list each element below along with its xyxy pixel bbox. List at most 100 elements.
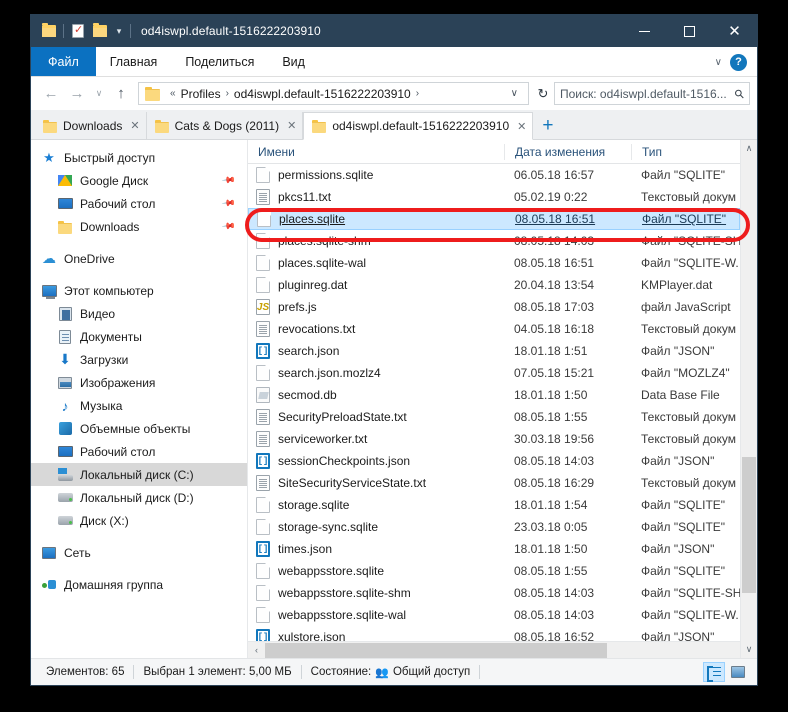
maximize-button[interactable] (667, 15, 712, 47)
help-icon[interactable]: ? (730, 53, 747, 71)
qat-properties-icon[interactable] (67, 20, 89, 42)
table-row[interactable]: [] xulstore.json 08.05.18 16:52 Файл "JSON" (248, 626, 740, 641)
qat-folder-icon[interactable] (38, 20, 60, 42)
sidebar-item-14[interactable]: Локальный диск (D:) (31, 486, 247, 509)
icons-view-button[interactable] (727, 662, 749, 682)
sidebar-item-7[interactable]: Документы (31, 325, 247, 348)
table-row[interactable]: webappsstore.sqlite-shm 08.05.18 14:03 Фай… (248, 582, 740, 604)
vertical-scrollbar[interactable]: ∧ ∨ (740, 140, 757, 658)
explorer-tab-downloads[interactable]: Downloads ✕ (35, 112, 147, 139)
generic-file-icon (256, 167, 270, 183)
sidebar-item-0[interactable]: ★ Быстрый доступ (31, 146, 247, 169)
pin-icon[interactable]: 📌 (221, 173, 236, 189)
tab-close-icon[interactable]: ✕ (287, 119, 296, 132)
sidebar-item-label: OneDrive (64, 251, 115, 266)
table-row[interactable]: webappsstore.sqlite 08.05.18 1:55 Файл "SQ… (248, 560, 740, 582)
search-input[interactable]: Поиск: od4iswpl.default-1516... (560, 87, 735, 101)
sidebar-item-4[interactable]: ☁ OneDrive (31, 247, 247, 270)
sidebar-item-12[interactable]: Рабочий стол (31, 440, 247, 463)
column-header-type[interactable]: Тип (631, 143, 740, 160)
table-row[interactable]: webappsstore.sqlite-wal 08.05.18 14:03 Фай… (248, 604, 740, 626)
text-file-icon (256, 321, 270, 337)
table-row[interactable]: [] sessionCheckpoints.json 08.05.18 14:03 Ф… (248, 450, 740, 472)
sidebar-item-13[interactable]: Локальный диск (C:) (31, 463, 247, 486)
table-row[interactable]: [] times.json 18.01.18 1:50 Файл "JSON" (248, 538, 740, 560)
sidebar-item-16[interactable]: Сеть (31, 541, 247, 564)
table-row[interactable]: places.sqlite-shm 08.05.18 14:03 Файл "SQL… (248, 230, 740, 252)
breadcrumb-item-profiles[interactable]: Profiles (181, 87, 221, 101)
column-header-name[interactable]: Имени (248, 144, 504, 160)
forward-button[interactable]: → (64, 81, 90, 107)
search-box[interactable]: Поиск: od4iswpl.default-1516... ⚲ (554, 82, 750, 105)
breadcrumb-overflow[interactable]: « (165, 88, 181, 99)
tab-close-icon[interactable]: ✕ (130, 119, 139, 132)
breadcrumb[interactable]: « Profiles › od4iswpl.default-1516222203… (138, 82, 529, 105)
sidebar-item-2[interactable]: Рабочий стол 📌 (31, 192, 247, 215)
qat-customize-chevron-icon[interactable]: ▾ (111, 20, 127, 42)
navigation-pane[interactable]: ★ Быстрый доступ Google Диск 📌 Рабочий стол 📌… (31, 140, 248, 658)
column-header-date[interactable]: Дата изменения (504, 143, 631, 160)
breadcrumb-dropdown-chevron-icon[interactable]: ∨ (505, 88, 524, 99)
sidebar-item-6[interactable]: Видео (31, 302, 247, 325)
table-row[interactable]: JS prefs.js 08.05.18 17:03 файл JavaScript (248, 296, 740, 318)
details-view-icon (707, 666, 721, 682)
new-tab-button[interactable]: + (533, 112, 562, 139)
minimize-button[interactable] (622, 15, 667, 47)
details-view-button[interactable] (703, 662, 725, 682)
breadcrumb-item-profile[interactable]: od4iswpl.default-1516222203910 (234, 87, 411, 101)
table-row[interactable]: storage-sync.sqlite 23.03.18 0:05 Файл "SQ… (248, 516, 740, 538)
table-row[interactable]: SecurityPreloadState.txt 08.05.18 1:55 Тек… (248, 406, 740, 428)
pin-icon[interactable]: 📌 (221, 196, 236, 212)
table-row[interactable]: pkcs11.txt 05.02.19 0:22 Текстовый докум (248, 186, 740, 208)
recent-locations-chevron-icon[interactable]: ∨ (90, 81, 108, 107)
tab-view[interactable]: Вид (268, 47, 319, 76)
table-row[interactable]: places.sqlite 08.05.18 16:51 Файл "SQLITE" (248, 208, 740, 230)
table-row[interactable]: secmod.db 18.01.18 1:50 Data Base File (248, 384, 740, 406)
table-row[interactable]: SiteSecurityServiceState.txt 08.05.18 16:… (248, 472, 740, 494)
breadcrumb-separator-1[interactable]: › (221, 88, 234, 99)
table-row[interactable]: permissions.sqlite 06.05.18 16:57 Файл "SQ… (248, 164, 740, 186)
vscroll-track[interactable] (741, 157, 757, 641)
sidebar-item-5[interactable]: Этот компьютер (31, 279, 247, 302)
table-row[interactable]: serviceworker.txt 30.03.18 19:56 Текстовый… (248, 428, 740, 450)
scroll-up-button[interactable]: ∧ (741, 140, 757, 157)
table-row[interactable]: search.json.mozlz4 07.05.18 15:21 Файл "MO… (248, 362, 740, 384)
vscroll-thumb[interactable] (742, 457, 756, 593)
table-row[interactable]: pluginreg.dat 20.04.18 13:54 KMPlayer.dat (248, 274, 740, 296)
close-button[interactable]: ✕ (712, 15, 757, 47)
expand-ribbon-chevron-icon[interactable]: ∨ (715, 57, 722, 68)
table-row[interactable]: places.sqlite-wal 08.05.18 16:51 Файл "SQL… (248, 252, 740, 274)
sidebar-item-3[interactable]: Downloads 📌 (31, 215, 247, 238)
hscroll-thumb[interactable] (265, 642, 607, 658)
pin-icon[interactable]: 📌 (221, 219, 236, 235)
back-button[interactable]: ← (38, 81, 64, 107)
sidebar-item-11[interactable]: Объемные объекты (31, 417, 247, 440)
tab-share[interactable]: Поделиться (171, 47, 268, 76)
horizontal-scrollbar[interactable]: ‹ › (248, 641, 757, 658)
file-date: 08.05.18 16:29 (514, 476, 595, 490)
explorer-tab-cats-and-dogs[interactable]: Cats & Dogs (2011) ✕ (146, 112, 304, 139)
file-name: prefs.js (278, 300, 317, 314)
table-row[interactable]: [] search.json 18.01.18 1:51 Файл "JSON" (248, 340, 740, 362)
hscroll-track[interactable] (265, 642, 740, 659)
sidebar-item-10[interactable]: ♪ Музыка (31, 394, 247, 417)
qat-new-folder-icon[interactable] (89, 20, 111, 42)
sidebar-item-8[interactable]: ⬇ Загрузки (31, 348, 247, 371)
refresh-button[interactable]: ↻ (532, 86, 554, 102)
explorer-tab-profile[interactable]: od4iswpl.default-1516222203910 ✕ (303, 112, 534, 140)
table-row[interactable]: storage.sqlite 18.01.18 1:54 Файл "SQLITE" (248, 494, 740, 516)
sidebar-item-17[interactable]: Домашняя группа (31, 573, 247, 596)
file-list[interactable]: permissions.sqlite 06.05.18 16:57 Файл "SQ… (248, 164, 757, 641)
sidebar-item-9[interactable]: Изображения (31, 371, 247, 394)
sidebar-item-1[interactable]: Google Диск 📌 (31, 169, 247, 192)
table-row[interactable]: revocations.txt 04.05.18 16:18 Текстовый д… (248, 318, 740, 340)
scroll-down-button[interactable]: ∨ (741, 641, 757, 658)
tab-close-icon[interactable]: ✕ (517, 120, 526, 133)
up-button[interactable]: ↑ (108, 81, 134, 107)
tab-home[interactable]: Главная (96, 47, 172, 76)
sidebar-item-15[interactable]: Диск (X:) (31, 509, 247, 532)
tab-file[interactable]: Файл (31, 47, 96, 76)
breadcrumb-separator-2[interactable]: › (411, 88, 424, 99)
desktop-icon (57, 196, 73, 212)
scroll-left-button[interactable]: ‹ (248, 645, 265, 655)
